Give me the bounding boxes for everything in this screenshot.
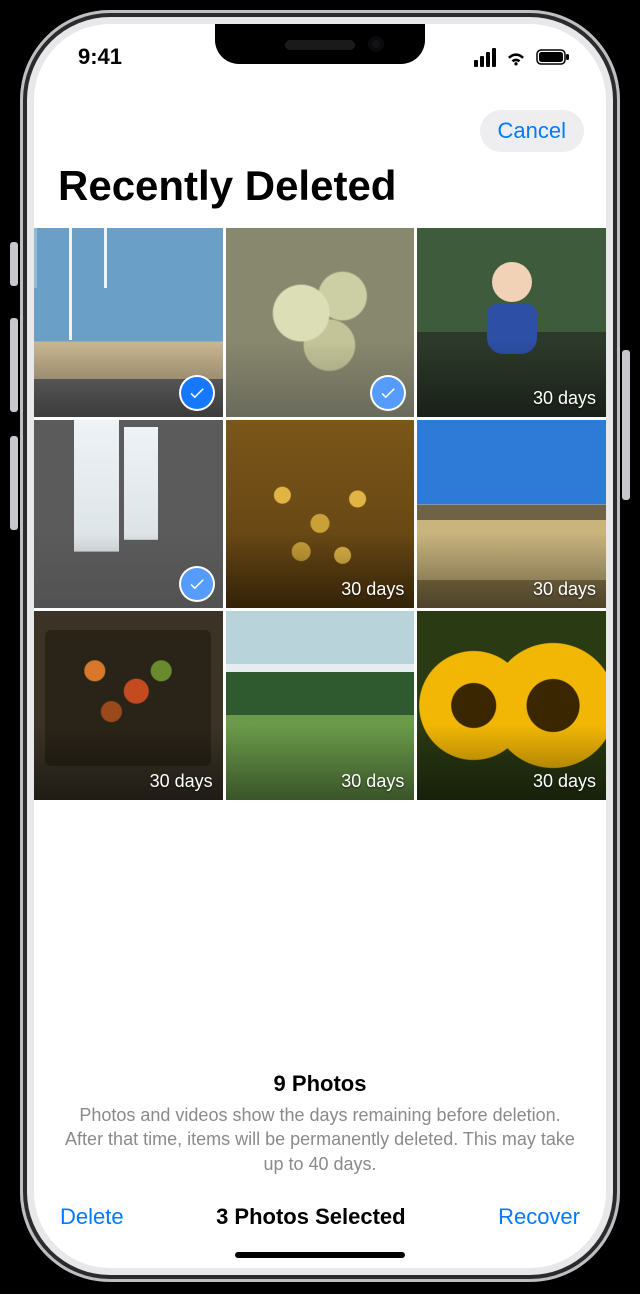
- home-indicator[interactable]: [235, 1252, 405, 1258]
- photo-thumbnail[interactable]: 30 days: [417, 420, 606, 609]
- photo-count: 9 Photos: [64, 1071, 576, 1097]
- days-remaining-label: 30 days: [341, 579, 404, 600]
- deletion-explanation: Photos and videos show the days remainin…: [64, 1103, 576, 1176]
- bottom-toolbar: Delete 3 Photos Selected Recover: [34, 1186, 606, 1238]
- status-time: 9:41: [78, 44, 122, 70]
- mute-switch[interactable]: [10, 242, 18, 286]
- page-title: Recently Deleted: [34, 158, 606, 228]
- photo-thumbnail[interactable]: [34, 228, 223, 417]
- days-remaining-label: 30 days: [341, 771, 404, 792]
- navigation-bar: Cancel: [34, 80, 606, 158]
- photo-thumbnail[interactable]: 30 days: [226, 611, 415, 800]
- selection-count-label: 3 Photos Selected: [216, 1204, 406, 1230]
- screen: 9:41 Cancel Recently Deleted: [34, 24, 606, 1268]
- photo-thumbnail[interactable]: [226, 228, 415, 417]
- cellular-icon: [474, 48, 496, 67]
- selected-checkmark-icon: [372, 377, 404, 409]
- photo-thumbnail[interactable]: 30 days: [417, 611, 606, 800]
- battery-icon: [536, 49, 570, 65]
- side-power-button[interactable]: [622, 350, 630, 500]
- photo-grid: 30 days 30 days 30 days: [34, 228, 606, 800]
- photo-thumbnail[interactable]: 30 days: [226, 420, 415, 609]
- notch: [215, 24, 425, 64]
- summary: 9 Photos Photos and videos show the days…: [34, 1071, 606, 1186]
- photo-thumbnail[interactable]: [34, 420, 223, 609]
- selected-checkmark-icon: [181, 377, 213, 409]
- days-remaining-label: 30 days: [533, 579, 596, 600]
- volume-down-button[interactable]: [10, 436, 18, 530]
- days-remaining-label: 30 days: [533, 771, 596, 792]
- delete-button[interactable]: Delete: [60, 1204, 124, 1230]
- volume-up-button[interactable]: [10, 318, 18, 412]
- wifi-icon: [504, 48, 528, 66]
- photo-thumbnail[interactable]: 30 days: [417, 228, 606, 417]
- days-remaining-label: 30 days: [533, 388, 596, 409]
- recover-button[interactable]: Recover: [498, 1204, 580, 1230]
- photo-thumbnail[interactable]: 30 days: [34, 611, 223, 800]
- selected-checkmark-icon: [181, 568, 213, 600]
- days-remaining-label: 30 days: [150, 771, 213, 792]
- cancel-button[interactable]: Cancel: [480, 110, 584, 152]
- phone-frame: 9:41 Cancel Recently Deleted: [20, 10, 620, 1282]
